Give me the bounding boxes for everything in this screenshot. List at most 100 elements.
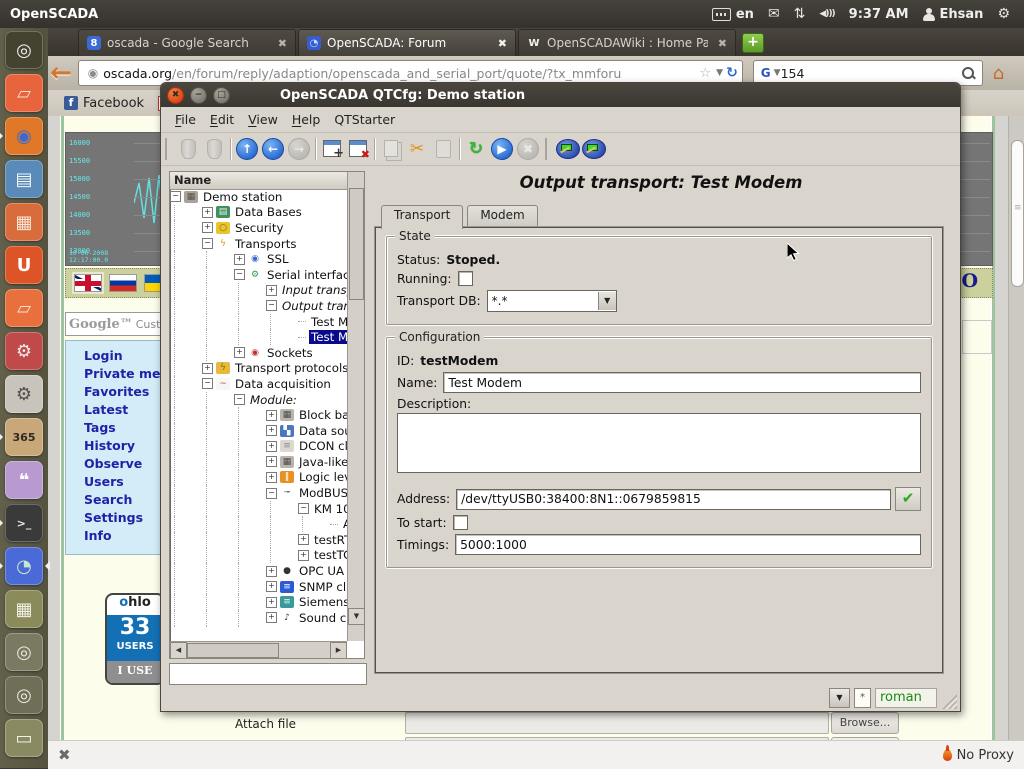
tree-scrollbar-thumb[interactable]	[349, 188, 364, 300]
browse-button-1[interactable]: Browse...	[831, 712, 899, 734]
launcher-system-settings-icon[interactable]: ⚙	[5, 332, 43, 370]
launcher-folder-icon[interactable]: ▱	[5, 289, 43, 327]
tree-hscrollbar-thumb[interactable]	[187, 643, 279, 658]
expand-toggle[interactable]: +	[202, 222, 213, 233]
collapse-toggle[interactable]: −	[202, 238, 213, 249]
menu-qtstarter[interactable]: QTStarter	[334, 112, 395, 127]
up-button[interactable]: ↑	[234, 136, 260, 162]
expand-toggle[interactable]: +	[266, 612, 277, 623]
browser-tab[interactable]: 8oscada - Google Search✖	[78, 29, 296, 56]
launcher-workspace-switcher-icon[interactable]: ▦	[5, 590, 43, 628]
save-db-button[interactable]	[201, 136, 227, 162]
sound-indicator[interactable]: ◀)))	[819, 9, 834, 19]
engine-dropdown-icon[interactable]: ▼	[774, 68, 781, 78]
expand-toggle[interactable]: +	[266, 581, 277, 592]
expand-toggle[interactable]: +	[202, 207, 213, 218]
tree-scroll-right-button[interactable]: ▶	[330, 642, 347, 659]
bookmark-star-icon[interactable]: ☆	[699, 66, 711, 81]
collapse-toggle[interactable]: −	[202, 378, 213, 389]
back-button[interactable]: ←	[50, 60, 72, 86]
tab-close-icon[interactable]: ✖	[278, 37, 287, 50]
search-input[interactable]: 154	[781, 66, 962, 81]
tree-item-block-based[interactable]: +▦Block based	[170, 407, 347, 423]
toolbar-grip[interactable]	[545, 138, 551, 160]
keyboard-indicator[interactable]: en	[712, 7, 754, 22]
tree-item-transports[interactable]: −ϟTransports	[170, 236, 347, 252]
timings-input[interactable]	[455, 534, 921, 555]
copy-item-button[interactable]	[378, 136, 404, 162]
tree-item-output-transport[interactable]: −Output transport:	[170, 298, 347, 314]
tree-item-module[interactable]: −Module:	[170, 392, 347, 408]
launcher-openscada-qtcfg-icon[interactable]: ◔	[5, 547, 43, 585]
launcher-software-center-icon[interactable]: ▦	[5, 203, 43, 241]
mail-indicator[interactable]: ✉	[768, 7, 780, 21]
tree-scroll-down-button[interactable]: ▼	[348, 608, 365, 625]
status-dropdown-button[interactable]: ▼	[829, 688, 850, 708]
launcher-files-folder-icon[interactable]: ▱	[5, 74, 43, 112]
flag-russia[interactable]	[110, 275, 136, 291]
close-icon[interactable]: ✖	[58, 746, 71, 764]
ohloh-badge[interactable]: ohlo 33 USERS I USE	[105, 593, 165, 685]
launcher-upgrade-365-icon[interactable]: 365	[5, 418, 43, 456]
name-input[interactable]	[443, 372, 921, 393]
launcher-disc-icon[interactable]: ◎	[5, 676, 43, 714]
menu-edit[interactable]: Edit	[210, 112, 234, 127]
network-indicator[interactable]: ⇅	[794, 7, 806, 21]
resize-grip[interactable]	[941, 693, 957, 709]
status-star-button[interactable]: *	[854, 688, 871, 708]
window-maximize-button[interactable]: □	[213, 87, 230, 104]
window-close-button[interactable]: ✖	[167, 87, 184, 104]
search-magnifier-icon[interactable]	[962, 67, 974, 79]
tree-item-at-101-2[interactable]: AT 101_2	[170, 516, 347, 532]
tree-filter-input[interactable]	[169, 663, 367, 685]
launcher-ubuntu-dash-icon[interactable]: ◎	[5, 31, 43, 69]
tree-item-test-modbus[interactable]: Test ModBus	[170, 314, 347, 330]
tree-item-sockets[interactable]: +◉Sockets	[170, 345, 347, 361]
tree-item-java-like-bas[interactable]: +▦Java-like bas	[170, 454, 347, 470]
tree-item-snmp-client[interactable]: +≡SNMP client	[170, 579, 347, 595]
expand-toggle[interactable]: +	[298, 550, 309, 561]
browser-tab[interactable]: ◔OpenSCADA: Forum✖	[298, 29, 516, 56]
load-db-button[interactable]	[175, 136, 201, 162]
tab-close-icon[interactable]: ✖	[498, 37, 507, 50]
page-scrollbar-thumb[interactable]	[1011, 140, 1024, 287]
window-minimize-button[interactable]: −	[190, 87, 207, 104]
expand-toggle[interactable]: +	[266, 456, 277, 467]
tree-item-opc-ua[interactable]: +●OPC UA	[170, 563, 347, 579]
launcher-tool-window-icon[interactable]: ⚙	[5, 375, 43, 413]
tree-vertical-scrollbar[interactable]: ▼	[347, 172, 364, 641]
collapse-toggle[interactable]: −	[266, 488, 277, 499]
tree-item-security[interactable]: +○Security	[170, 220, 347, 236]
clock-indicator[interactable]: 9:37 AM	[849, 7, 909, 22]
address-apply-button[interactable]: ✔	[895, 487, 921, 511]
menu-help[interactable]: Help	[292, 112, 321, 127]
expand-toggle[interactable]: +	[202, 363, 213, 374]
description-textarea[interactable]	[397, 413, 921, 473]
add-item-button[interactable]	[319, 136, 345, 162]
tree-item-data-sources[interactable]: +▚Data sources	[170, 423, 347, 439]
expand-toggle[interactable]: +	[234, 254, 245, 265]
expand-toggle[interactable]: +	[266, 472, 277, 483]
toolbar-grip[interactable]	[165, 138, 171, 160]
collapse-toggle[interactable]: −	[170, 191, 181, 202]
menu-view[interactable]: View	[248, 112, 278, 127]
collapse-toggle[interactable]: −	[298, 503, 309, 514]
tree-item-logic-level[interactable]: +‖Logic level	[170, 470, 347, 486]
user-indicator[interactable]: Ehsan	[923, 7, 984, 22]
launcher-ubuntu-one-icon[interactable]: U	[5, 246, 43, 284]
cut-item-button[interactable]: ✂	[404, 136, 430, 162]
expand-toggle[interactable]: +	[266, 441, 277, 452]
attach-file-input-1[interactable]	[405, 712, 829, 734]
tree-item-testrtu[interactable]: +testRTU	[170, 532, 347, 548]
expand-toggle[interactable]: +	[298, 534, 309, 545]
launcher-usb-drive-icon[interactable]: ▭	[5, 719, 43, 757]
running-checkbox[interactable]	[458, 271, 473, 286]
forward-button[interactable]: →	[286, 136, 312, 162]
bookmark-facebook[interactable]: Facebook	[83, 96, 144, 111]
tree-item-sound-card[interactable]: +♪Sound card	[170, 610, 347, 626]
launcher-libreoffice-writer-icon[interactable]: ▤	[5, 160, 43, 198]
flag-uk[interactable]	[75, 275, 101, 291]
tree-item-demo-station[interactable]: −▦Demo station	[170, 189, 347, 205]
collapse-toggle[interactable]: −	[266, 300, 277, 311]
expand-toggle[interactable]: +	[266, 410, 277, 421]
